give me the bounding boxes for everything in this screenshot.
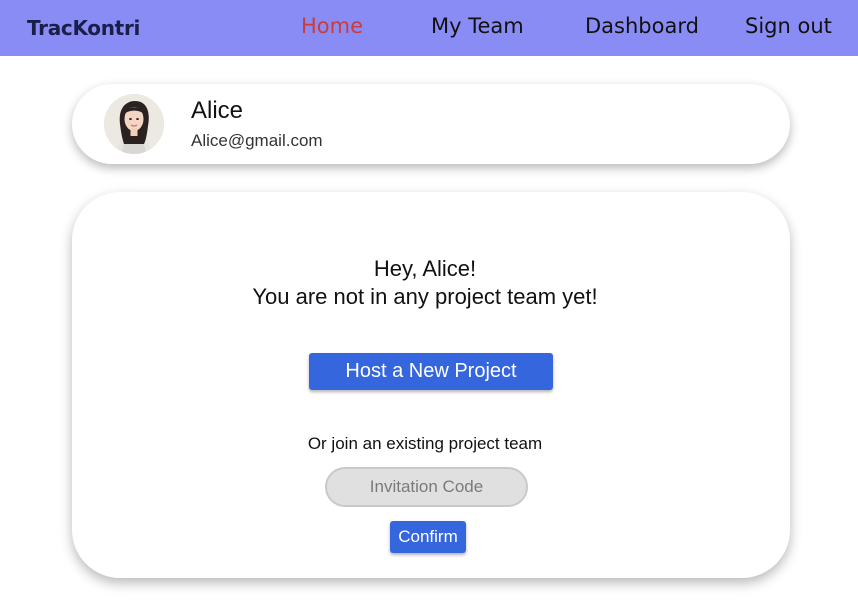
user-photo-icon — [104, 94, 164, 154]
profile-name: Alice — [191, 97, 244, 124]
invitation-code-input[interactable] — [325, 467, 528, 507]
greeting-message: Hey, Alice! You are not in any project t… — [72, 255, 778, 311]
greeting-line-2: You are not in any project team yet! — [252, 284, 598, 309]
confirm-button[interactable]: Confirm — [390, 521, 466, 553]
greeting-line-1: Hey, Alice! — [373, 256, 477, 281]
nav-link-dashboard[interactable]: Dashboard — [585, 14, 699, 38]
nav-link-sign-out[interactable]: Sign out — [745, 14, 832, 38]
top-nav-bar: TracKontri Home My Team Dashboard Sign o… — [0, 0, 858, 56]
project-status-card: Hey, Alice! You are not in any project t… — [72, 192, 790, 578]
join-team-prompt: Or join an existing project team — [307, 434, 543, 453]
host-new-project-button[interactable]: Host a New Project — [309, 353, 553, 390]
nav-link-home[interactable]: Home — [301, 14, 363, 38]
brand-logo[interactable]: TracKontri — [27, 16, 140, 40]
profile-card: Alice Alice@gmail.com — [72, 84, 790, 164]
avatar — [104, 94, 164, 154]
nav-link-my-team[interactable]: My Team — [431, 14, 524, 38]
profile-email: Alice@gmail.com — [191, 131, 323, 150]
